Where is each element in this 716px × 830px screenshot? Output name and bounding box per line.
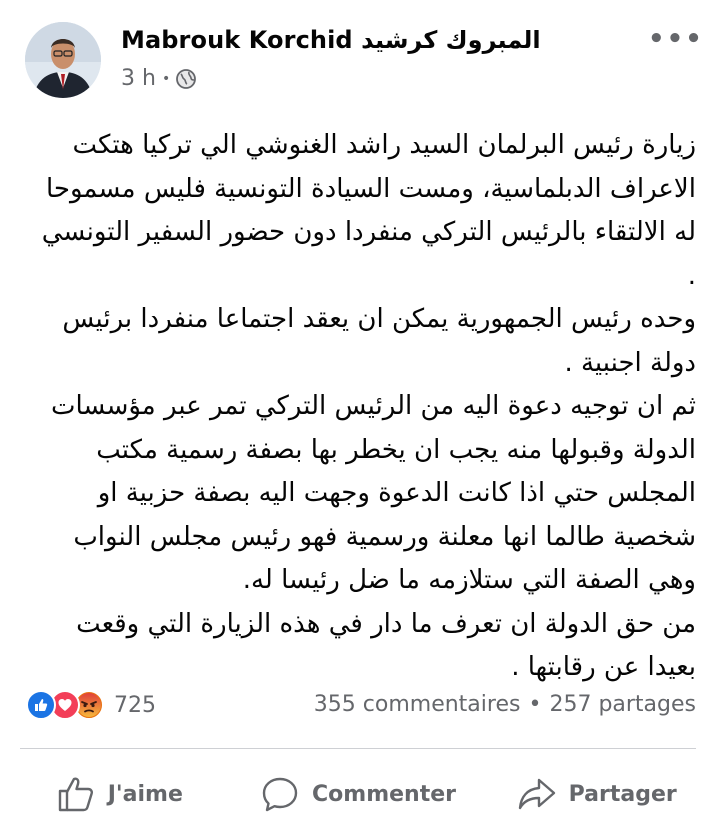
share-button[interactable]: Partager	[477, 764, 716, 824]
post-actions-bar: J'aime Commenter Partager	[0, 764, 716, 824]
share-arrow-icon	[517, 774, 557, 814]
comment-button[interactable]: Commenter	[239, 764, 478, 824]
like-reaction-icon	[26, 690, 56, 720]
post-paragraph: وحده رئيس الجمهورية يمكن ان يعقد اجتماعا…	[62, 304, 696, 378]
post-stats: 725 355 commentaires • 257 partages	[0, 686, 716, 726]
like-button[interactable]: J'aime	[0, 764, 239, 824]
share-label: Partager	[568, 781, 677, 807]
meta-separator: •	[161, 70, 171, 87]
actions-divider	[20, 748, 696, 749]
comment-bubble-icon	[260, 774, 300, 814]
post-paragraph: زيارة رئيس البرلمان السيد راشد الغنوشي ا…	[41, 130, 696, 291]
post-paragraph: من حق الدولة ان تعرف ما دار في هذه الزيا…	[76, 608, 696, 683]
post-paragraph: ثم ان توجيه دعوة اليه من الرئيس التركي ت…	[51, 391, 696, 595]
author-name[interactable]: Mabrouk Korchid المبروك كرشيد	[121, 26, 541, 54]
counts-separator: •	[528, 692, 542, 717]
post-header: Mabrouk Korchid المبروك كرشيد 3 h • •••	[0, 0, 716, 110]
post-meta: 3 h •	[121, 66, 197, 91]
comments-count-link[interactable]: 355 commentaires	[314, 692, 521, 717]
more-options-icon[interactable]: •••	[648, 24, 704, 54]
reaction-count: 725	[114, 692, 156, 718]
reactions-summary[interactable]: 725	[26, 690, 156, 720]
globe-icon[interactable]	[176, 68, 197, 89]
comment-label: Commenter	[312, 781, 456, 807]
engagement-counts: 355 commentaires • 257 partages	[314, 692, 696, 717]
thumbs-up-icon	[56, 774, 96, 814]
author-avatar[interactable]	[25, 22, 101, 98]
post-body: زيارة رئيس البرلمان السيد راشد الغنوشي ا…	[28, 124, 696, 690]
shares-count-link[interactable]: 257 partages	[549, 692, 696, 717]
post-timestamp[interactable]: 3 h	[121, 66, 156, 91]
like-label: J'aime	[107, 781, 183, 807]
